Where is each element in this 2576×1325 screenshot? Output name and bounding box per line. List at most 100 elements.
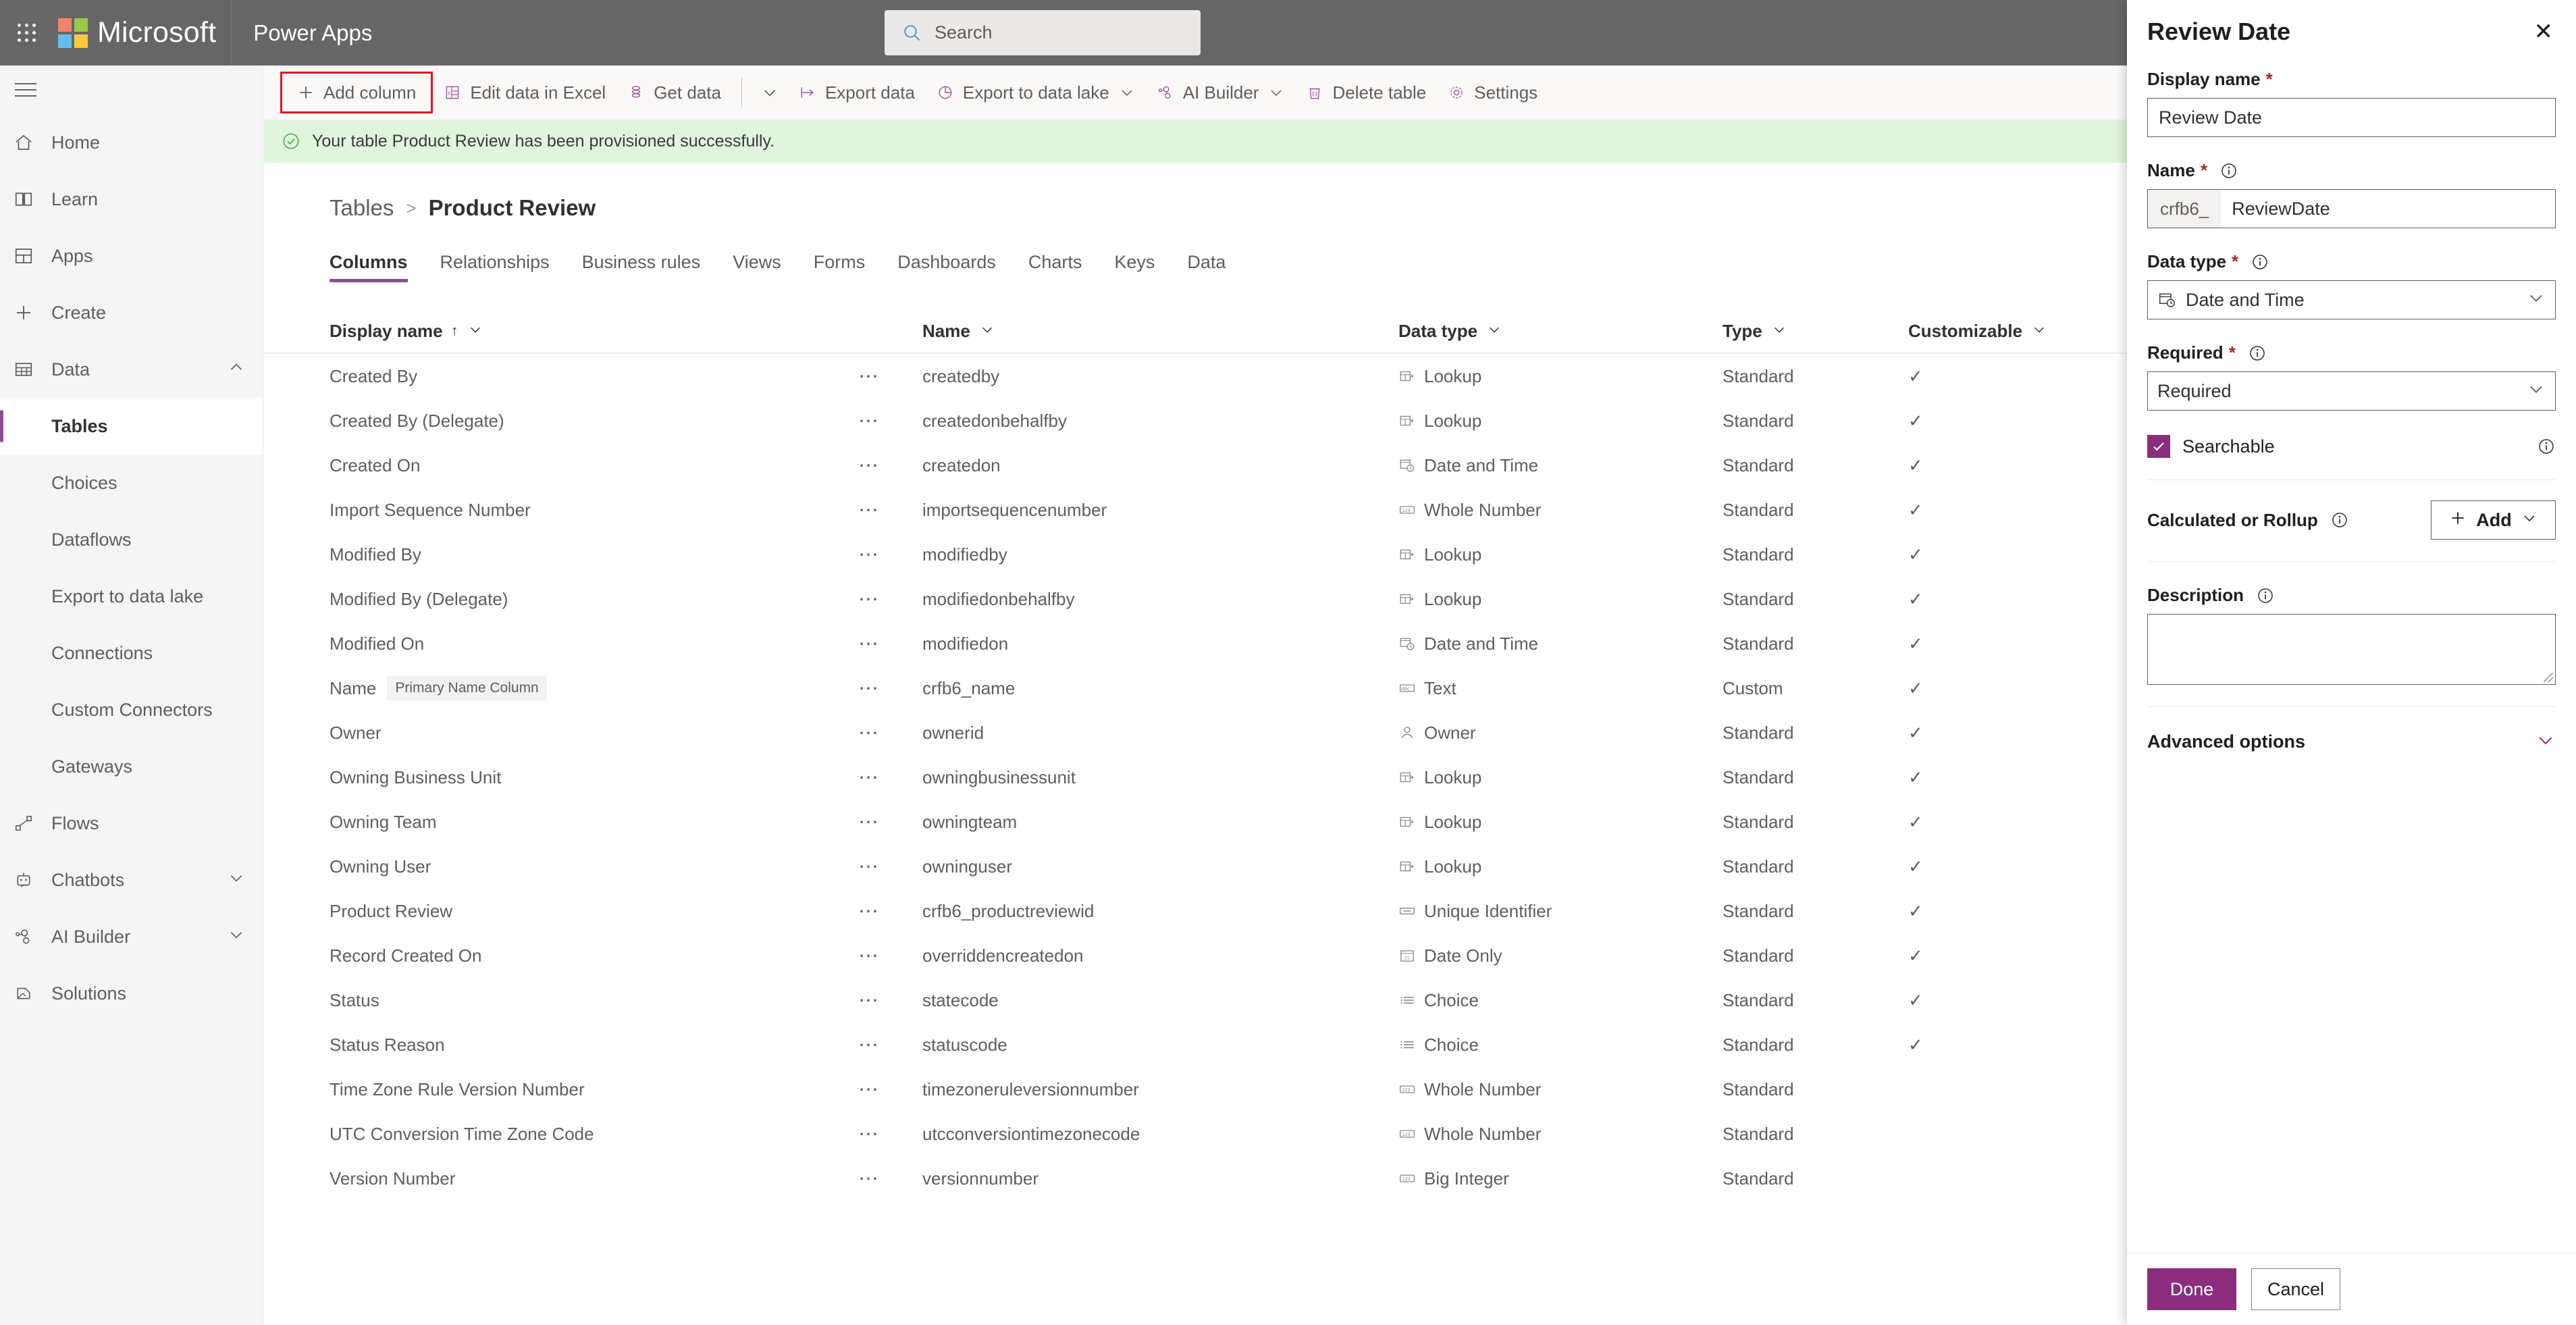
tab-forms[interactable]: Forms (814, 252, 866, 282)
cell-display-name[interactable]: Status (264, 990, 858, 1011)
column-header-name[interactable]: Name (922, 321, 1398, 342)
row-actions-menu[interactable]: ⋯ (858, 1033, 880, 1057)
sidebar-item-tables[interactable]: Tables (0, 398, 263, 454)
tab-keys[interactable]: Keys (1114, 252, 1155, 282)
cell-display-name[interactable]: Created By (Delegate) (264, 411, 858, 432)
waffle-menu-icon[interactable] (12, 18, 42, 48)
sidebar-item-dataflows[interactable]: Dataflows (0, 511, 263, 568)
done-button[interactable]: Done (2147, 1268, 2236, 1310)
table-row[interactable]: Owner ⋯ ownerid Owner Standard ✓ (264, 710, 2127, 755)
row-actions-menu[interactable]: ⋯ (858, 989, 880, 1012)
table-row[interactable]: Modified On ⋯ modifiedon Date and Time Stand… (264, 621, 2127, 666)
data-type-dropdown[interactable]: Date and Time (2147, 280, 2556, 319)
cell-display-name[interactable]: Owning Team (264, 812, 858, 833)
delete-table-button[interactable]: Delete table (1295, 72, 1437, 113)
sidebar-item-data[interactable]: Data (0, 341, 263, 398)
sidebar-item-custom-connectors[interactable]: Custom Connectors (0, 681, 263, 738)
row-actions-menu[interactable]: ⋯ (858, 900, 880, 923)
row-actions-menu[interactable]: ⋯ (858, 543, 880, 567)
cell-display-name[interactable]: Product Review (264, 901, 858, 922)
tab-business-rules[interactable]: Business rules (582, 252, 701, 282)
row-actions-menu[interactable]: ⋯ (858, 409, 880, 433)
column-header-customizable[interactable]: Customizable (1908, 321, 2064, 342)
advanced-options-toggle[interactable]: Advanced options (2147, 730, 2556, 754)
row-actions-menu[interactable]: ⋯ (858, 454, 880, 477)
description-textarea[interactable] (2147, 614, 2556, 685)
tab-charts[interactable]: Charts (1028, 252, 1082, 282)
app-title[interactable]: Power Apps (253, 20, 372, 46)
add-calculated-rollup-button[interactable]: Add (2431, 500, 2556, 540)
cell-display-name[interactable]: Time Zone Rule Version Number (264, 1079, 858, 1100)
ai-builder-button[interactable]: AI Builder (1146, 72, 1296, 113)
sidebar-item-home[interactable]: Home (0, 114, 263, 171)
name-input-group[interactable]: crfb6_ ReviewDate (2147, 189, 2556, 228)
cell-display-name[interactable]: Created By (264, 366, 858, 387)
sidebar-item-connections[interactable]: Connections (0, 625, 263, 681)
cancel-button[interactable]: Cancel (2251, 1268, 2340, 1310)
info-icon[interactable] (2219, 161, 2238, 180)
table-row[interactable]: Owning Team ⋯ owningteam Lookup Standard ✓ (264, 800, 2127, 844)
table-row[interactable]: UTC Conversion Time Zone Code ⋯ utcconvers… (264, 1112, 2127, 1156)
edit-data-in-excel-button[interactable]: X Edit data in Excel (433, 72, 616, 113)
row-actions-menu[interactable]: ⋯ (858, 1167, 880, 1191)
row-actions-menu[interactable]: ⋯ (858, 766, 880, 789)
cell-display-name[interactable]: Import Sequence Number (264, 500, 858, 521)
info-icon[interactable] (2330, 511, 2349, 529)
info-icon[interactable] (2537, 437, 2556, 456)
cell-display-name[interactable]: Modified By (264, 544, 858, 565)
sidebar-item-export-to-data-lake[interactable]: Export to data lake (0, 568, 263, 625)
row-actions-menu[interactable]: ⋯ (858, 944, 880, 968)
table-row[interactable]: Record Created On ⋯ overriddencreatedon 21 D… (264, 933, 2127, 978)
cell-display-name[interactable]: UTC Conversion Time Zone Code (264, 1124, 858, 1145)
row-actions-menu[interactable]: ⋯ (858, 365, 880, 388)
get-data-button[interactable]: Get data (616, 72, 732, 113)
info-icon[interactable] (2248, 344, 2267, 363)
row-actions-menu[interactable]: ⋯ (858, 588, 880, 611)
nav-collapse-button[interactable] (0, 66, 263, 114)
column-header-type[interactable]: Type (1723, 321, 1908, 342)
name-input[interactable]: ReviewDate (2221, 190, 2555, 228)
cell-display-name[interactable]: Version Number (264, 1168, 858, 1189)
required-dropdown[interactable]: Required (2147, 371, 2556, 411)
export-to-data-lake-button[interactable]: Export to data lake (926, 72, 1146, 113)
sidebar-item-flows[interactable]: Flows (0, 795, 263, 852)
add-column-button[interactable]: Add column (280, 72, 433, 113)
command-overflow-caret[interactable] (752, 84, 788, 101)
cell-display-name[interactable]: Owner (264, 723, 858, 744)
display-name-input[interactable]: Review Date (2147, 98, 2556, 137)
table-row[interactable]: Time Zone Rule Version Number ⋯ timezoneru… (264, 1067, 2127, 1112)
cell-display-name[interactable]: Status Reason (264, 1035, 858, 1056)
sidebar-item-chatbots[interactable]: Chatbots (0, 852, 263, 908)
row-actions-menu[interactable]: ⋯ (858, 498, 880, 522)
searchable-checkbox[interactable] (2147, 435, 2170, 458)
resize-handle[interactable] (2544, 673, 2553, 682)
sidebar-item-learn[interactable]: Learn (0, 171, 263, 228)
breadcrumb-parent[interactable]: Tables (330, 195, 394, 221)
cell-display-name[interactable]: Created On (264, 455, 858, 476)
sidebar-item-ai-builder[interactable]: AI Builder (0, 908, 263, 965)
tab-views[interactable]: Views (733, 252, 781, 282)
cell-display-name[interactable]: Record Created On (264, 945, 858, 966)
column-header-display-name[interactable]: Display name ↑ (264, 321, 858, 342)
column-header-data-type[interactable]: Data type (1398, 321, 1723, 342)
table-row[interactable]: Import Sequence Number ⋯ importsequencenum… (264, 488, 2127, 532)
info-icon[interactable] (2256, 586, 2275, 605)
info-icon[interactable] (2251, 253, 2269, 271)
table-row[interactable]: Product Review ⋯ crfb6_productreviewid Uniq… (264, 889, 2127, 933)
close-icon[interactable]: ✕ (2530, 18, 2558, 46)
settings-button[interactable]: Settings (1437, 72, 1548, 113)
table-row[interactable]: Owning Business Unit ⋯ owningbusinessunit L… (264, 755, 2127, 800)
table-row[interactable]: Version Number ⋯ versionnumber 123 Big Integ… (264, 1156, 2127, 1201)
sidebar-item-apps[interactable]: Apps (0, 228, 263, 284)
cell-display-name[interactable]: Owning Business Unit (264, 767, 858, 788)
cell-display-name[interactable]: Modified On (264, 633, 858, 654)
sidebar-item-choices[interactable]: Choices (0, 454, 263, 511)
row-actions-menu[interactable]: ⋯ (858, 1078, 880, 1101)
table-row[interactable]: Owning User ⋯ owninguser Lookup Standard ✓ (264, 844, 2127, 889)
table-row[interactable]: Status ⋯ statecode Choice Standard ✓ (264, 978, 2127, 1022)
global-search-box[interactable]: Search (885, 10, 1201, 55)
tab-relationships[interactable]: Relationships (440, 252, 550, 282)
table-row[interactable]: Name Primary Name Column ⋯ crfb6_name Abc Tex… (264, 666, 2127, 710)
row-actions-menu[interactable]: ⋯ (858, 632, 880, 656)
tab-dashboards[interactable]: Dashboards (897, 252, 996, 282)
